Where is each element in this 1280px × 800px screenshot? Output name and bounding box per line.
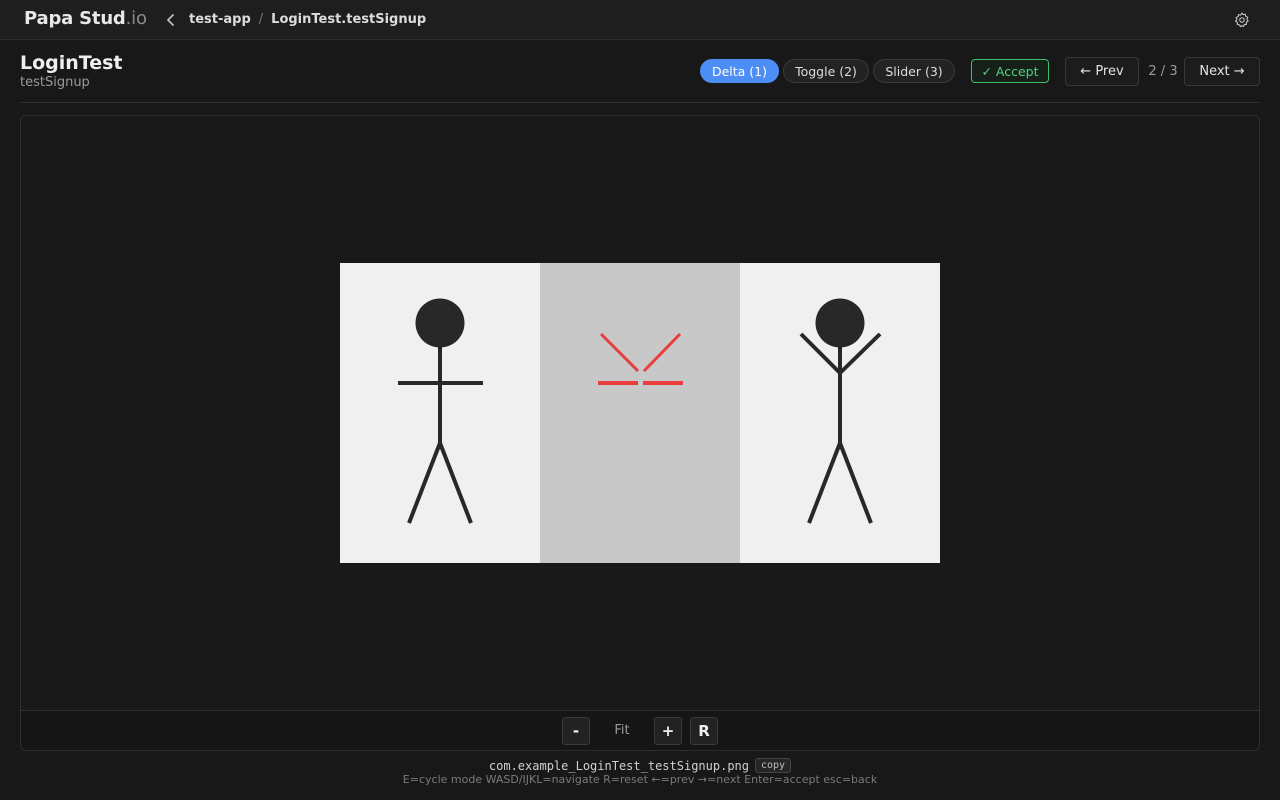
zoom-in-button[interactable]: + xyxy=(654,717,682,745)
top-bar: Papa Stud.io test-app / LoginTest.testSi… xyxy=(0,0,1280,40)
mode-slider-button[interactable]: Slider (3) xyxy=(873,59,955,83)
breadcrumb-separator: / xyxy=(258,12,264,27)
breadcrumb: test-app / LoginTest.testSignup xyxy=(189,12,426,27)
brand-suffix: .io xyxy=(125,8,147,29)
prev-button[interactable]: ← Prev xyxy=(1065,57,1139,86)
mode-delta-button[interactable]: Delta (1) xyxy=(700,59,779,83)
test-header: LoginTest testSignup Delta (1) Toggle (2… xyxy=(20,40,1260,103)
zoom-toolbar: - Fit + R xyxy=(21,710,1259,750)
delta-panel xyxy=(540,263,740,563)
page-subtitle: testSignup xyxy=(20,75,90,90)
zoom-reset-button[interactable]: R xyxy=(690,717,718,745)
file-info: com.example_LoginTest_testSignup.png cop… xyxy=(0,758,1280,773)
breadcrumb-project[interactable]: test-app xyxy=(189,12,251,27)
keyboard-hints: E=cycle mode WASD/IJKL=navigate R=reset … xyxy=(402,773,878,786)
next-button[interactable]: Next → xyxy=(1184,57,1260,86)
mode-toggle-button[interactable]: Toggle (2) xyxy=(783,59,869,83)
image-viewer: - Fit + R xyxy=(20,115,1260,751)
zoom-out-button[interactable]: - xyxy=(562,717,590,745)
copy-button[interactable]: copy xyxy=(755,758,792,773)
page-title: LoginTest xyxy=(20,52,123,74)
accept-button[interactable]: ✓ Accept xyxy=(971,59,1049,83)
back-button[interactable] xyxy=(161,9,181,31)
filename: com.example_LoginTest_testSignup.png xyxy=(488,758,749,773)
current-panel xyxy=(740,263,940,563)
baseline-panel xyxy=(340,263,540,563)
settings-button[interactable] xyxy=(1232,10,1252,30)
position-counter: 2 / 3 xyxy=(1148,64,1178,79)
chevron-left-icon xyxy=(167,14,174,26)
app-logo[interactable]: Papa Stud.io xyxy=(24,8,147,29)
brand-main: Papa Stud xyxy=(24,8,126,29)
zoom-fit-button[interactable]: Fit xyxy=(605,723,639,738)
diff-image xyxy=(340,263,940,563)
gear-icon xyxy=(1235,12,1249,28)
diff-canvas[interactable] xyxy=(21,116,1259,710)
breadcrumb-test: LoginTest.testSignup xyxy=(271,12,427,27)
